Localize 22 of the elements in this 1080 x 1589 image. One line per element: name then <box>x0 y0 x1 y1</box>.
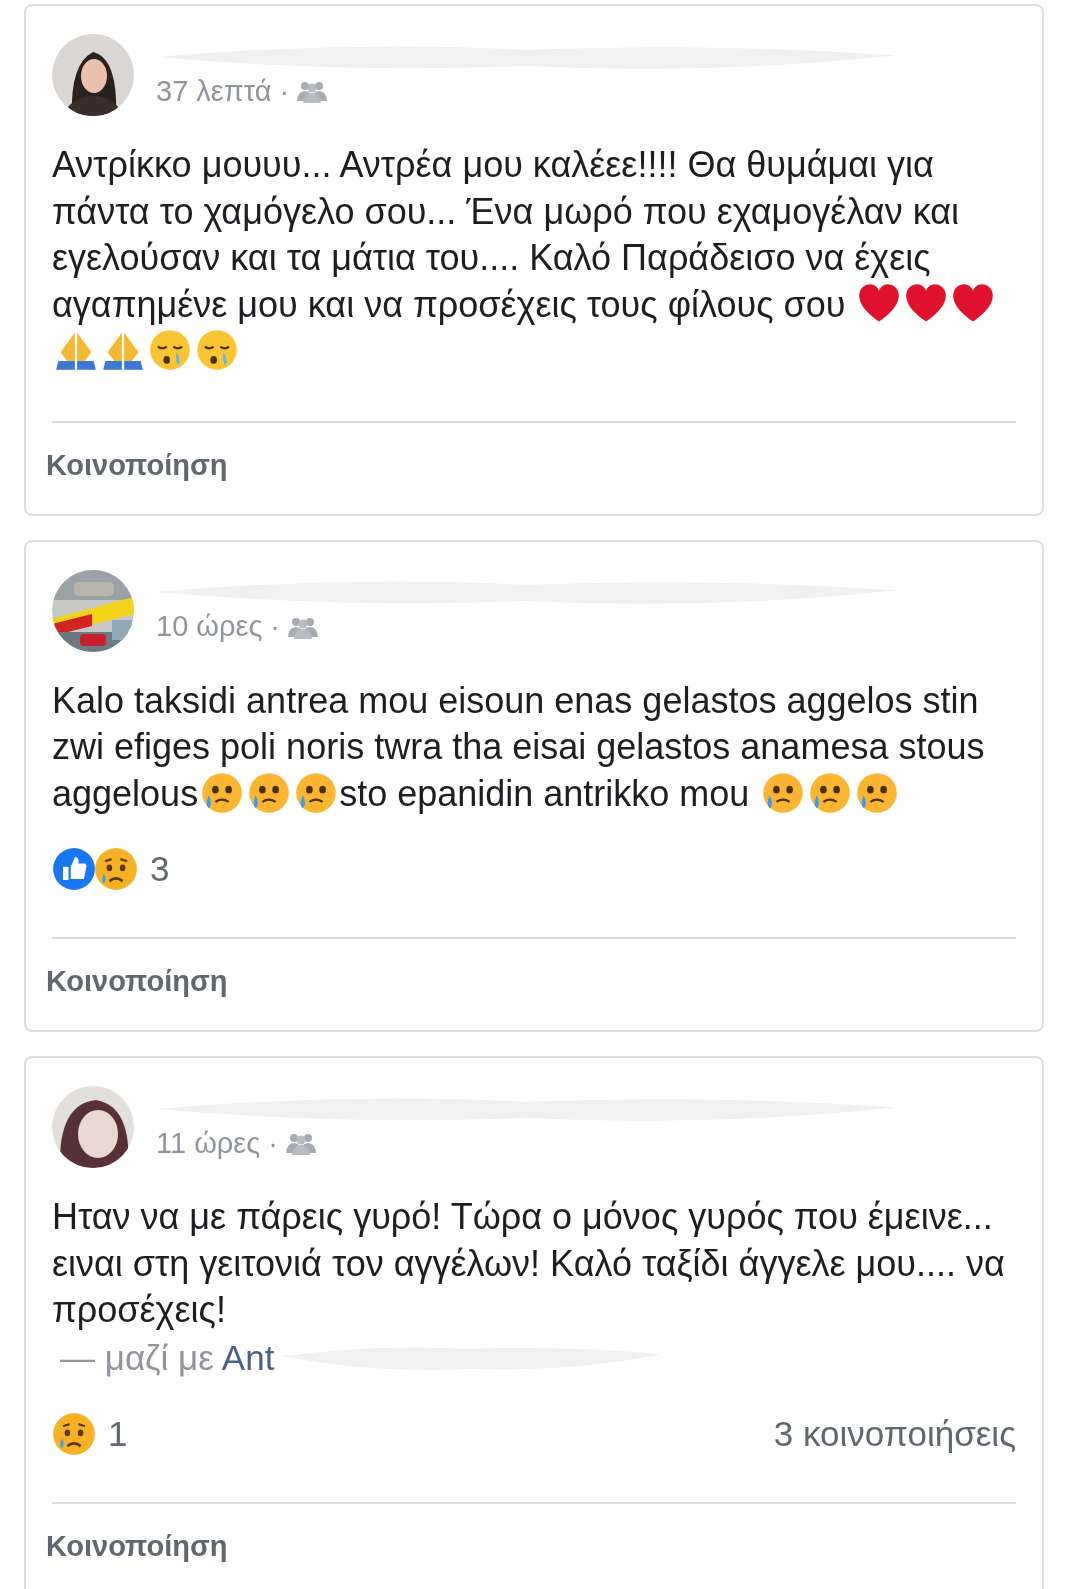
post-time[interactable]: 10 ώρες <box>156 610 263 643</box>
separator-dot: · <box>279 74 290 108</box>
friends-icon <box>297 79 328 103</box>
post-time[interactable]: 37 λεπτά <box>156 74 272 108</box>
sad-reaction-icon <box>52 1411 96 1456</box>
post-text: Αντρίκκο μουυυ... Αντρέα μου καλέεε!!!! Θα θυμάμαι για πάντα το χαμόγελο σου... Ένα μωρό που εχαμογέλαν και εγελούσαν και τα μάτια του.... Καλό Παράδεισο να έχεις αγαπημένε μου και να προσέχεις τους φίλους σου <box>52 142 1016 375</box>
share-button[interactable]: Κοινοποίηση <box>46 1503 228 1585</box>
like-reaction-icon <box>52 847 96 891</box>
share-button[interactable]: Κοινοποίηση <box>46 939 228 1020</box>
reaction-count[interactable]: 3 <box>150 849 170 889</box>
separator-dot: · <box>270 610 281 643</box>
friends-icon <box>285 1131 316 1155</box>
share-button[interactable]: Κοινοποίηση <box>46 422 228 504</box>
reaction-count[interactable]: 1 <box>108 1413 128 1454</box>
tag-prefix: — μαζί με <box>60 1337 214 1378</box>
post-text: Ηταν να με πάρεις γυρό! Τώρα ο μόνος γυρός που έμεινε... ειναι στη γειτονιά τον αγγέλων! Καλό ταξίδι άγγελε μου.... να προσέχεις! <box>52 1195 1006 1332</box>
share-count[interactable]: 3 κοινοποιήσεις <box>773 1413 1016 1454</box>
post-time[interactable]: 11 ώρες <box>156 1126 261 1160</box>
post-text: Kalo taksidi antrea mou eisoun enas gelastos aggelos stin zwi efiges poli noris twra tha eisai gelastos anamesa stous aggelous sto epanidin antrikko mou <box>52 678 986 817</box>
sad-reaction-icon <box>94 847 138 891</box>
separator-dot: · <box>268 1126 278 1160</box>
tagged-name-link[interactable]: Ant <box>221 1337 275 1378</box>
